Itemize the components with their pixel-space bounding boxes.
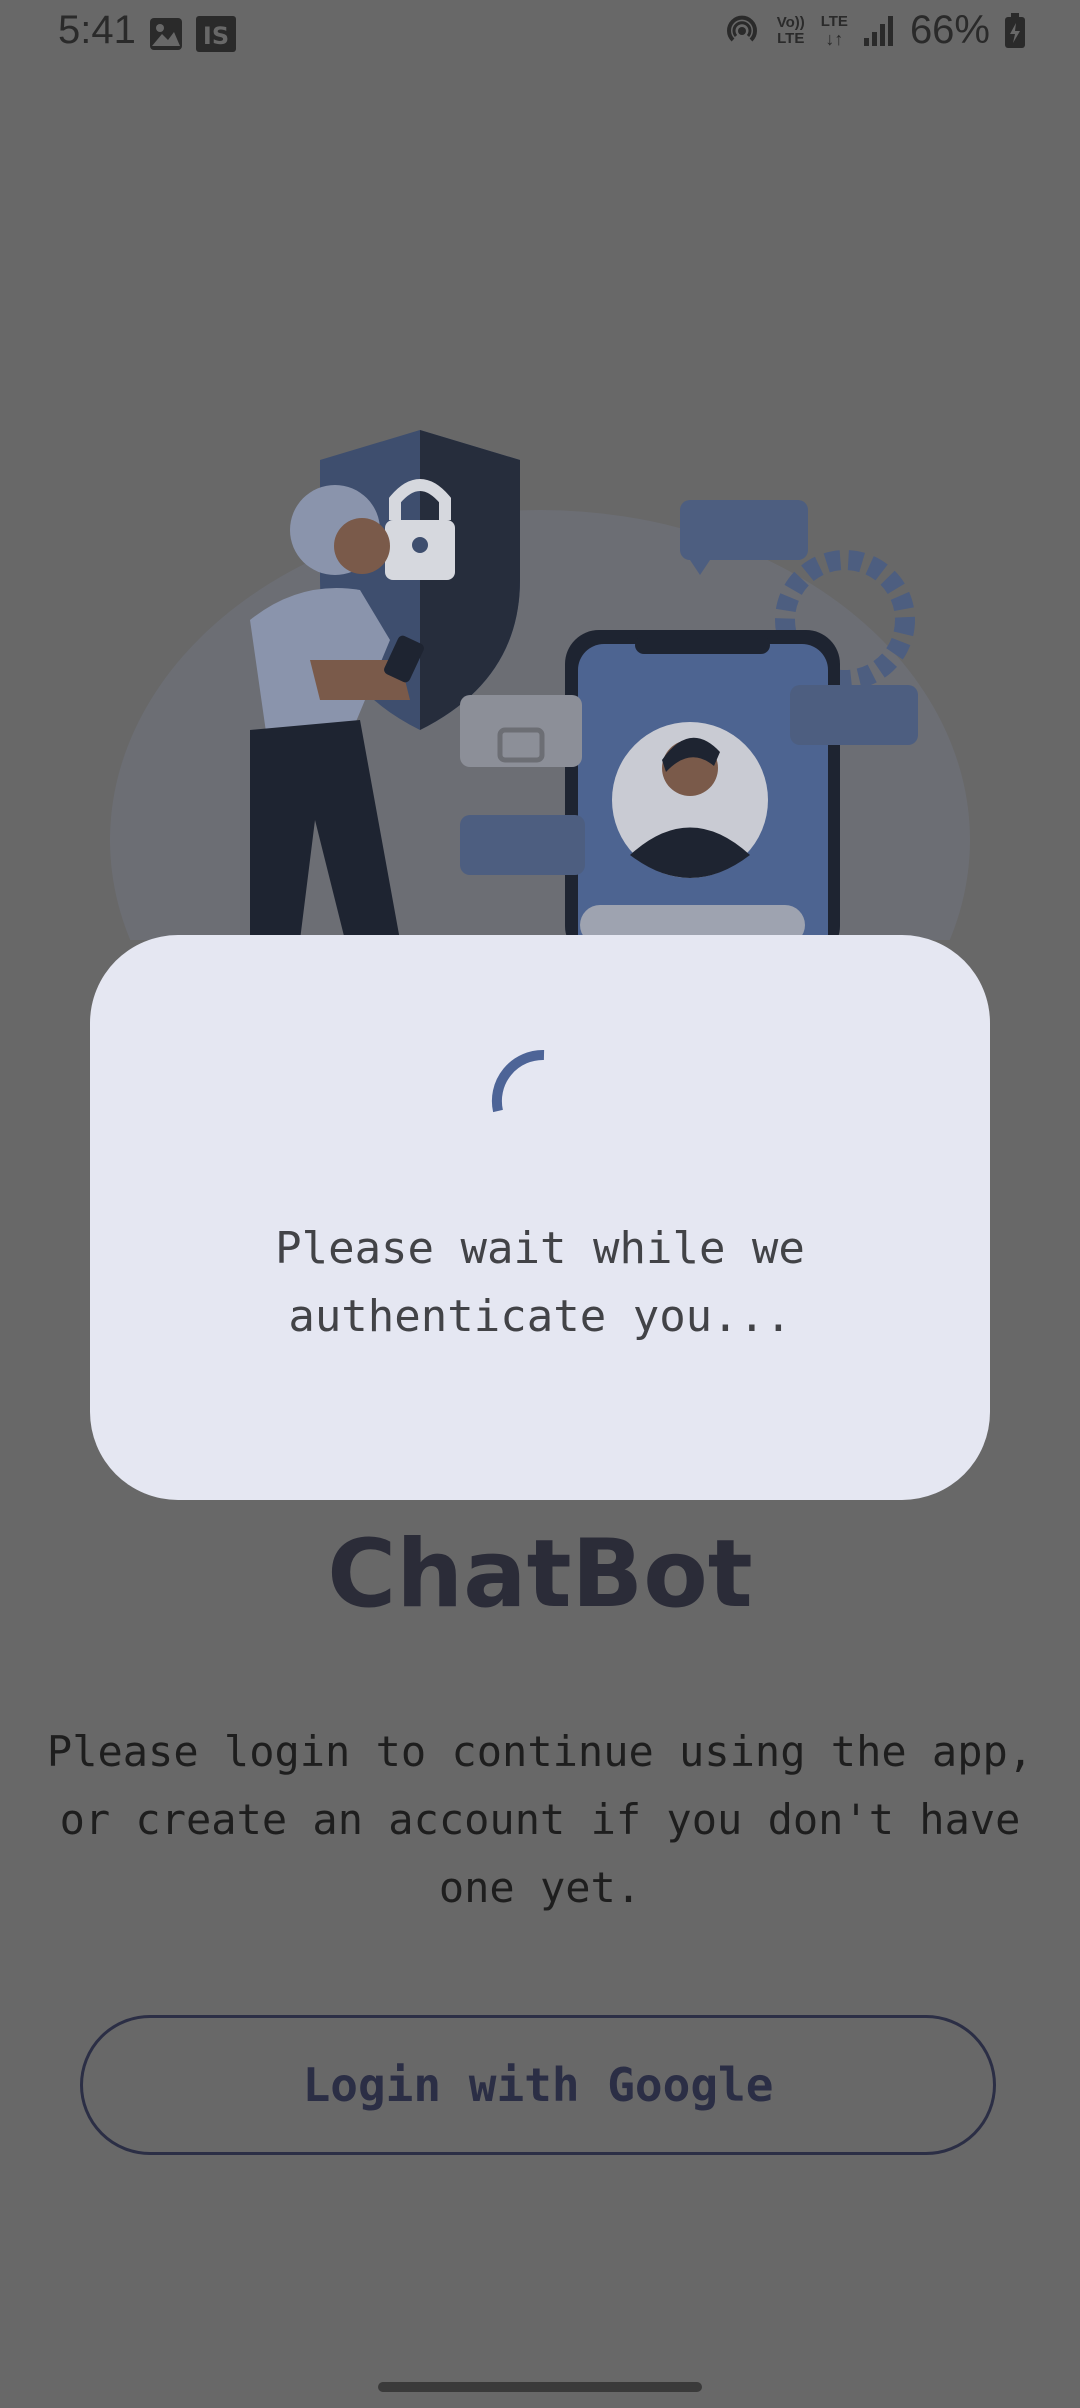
is-app-icon: IS [196,16,236,52]
signal-icon [863,15,893,46]
auth-loading-dialog: Please wait while we authenticate you... [90,935,990,1500]
login-button-label: Login with Google [302,2058,774,2112]
svg-text:IS: IS [203,22,229,50]
battery-percent: 66% [909,8,990,52]
screen: 5:41 IS Vo)) LTE LTE ↓↑ 66% ChatBot Plea… [0,0,1080,2408]
security-login-illustration [110,430,970,940]
gallery-icon [150,18,182,50]
volte-icon: Vo)) LTE [776,13,805,47]
status-right-icons: Vo)) LTE LTE ↓↑ 66% [723,8,1026,53]
login-with-google-button[interactable]: Login with Google [80,2015,996,2155]
status-bar: 5:41 IS Vo)) LTE LTE ↓↑ 66% [0,0,1080,70]
home-indicator[interactable] [378,2382,702,2392]
status-left-icons: IS [148,16,236,52]
lte-label: LTE [820,12,848,30]
hotspot-icon [726,15,757,41]
battery-charging-icon [1005,12,1025,48]
app-description: Please login to continue using the app, … [46,1727,1034,1912]
lte-data-icon: LTE ↓↑ [820,12,848,49]
status-time: 5:41 [58,8,136,52]
loading-spinner-icon [491,1049,545,1113]
app-title: ChatBot [327,1520,753,1629]
auth-wait-message: Please wait while we authenticate you... [275,1223,805,1342]
